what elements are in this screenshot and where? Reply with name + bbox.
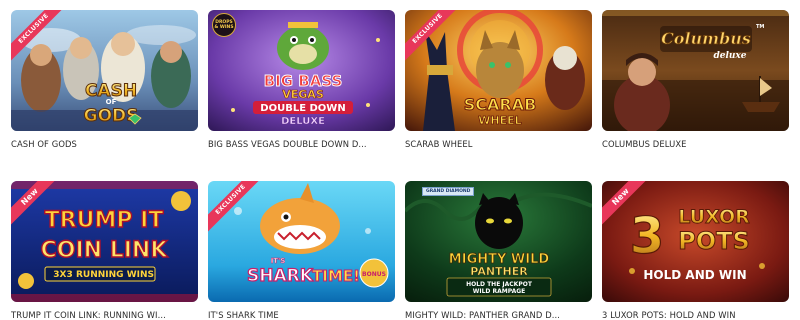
game-title[interactable]: COLUMBUS DELUXE — [602, 139, 789, 149]
game-thumbnail[interactable]: MIGHTY WILD PANTHER HOLD THE JACKPOT WIL… — [405, 181, 592, 302]
columbus-logo-line2: deluxe — [713, 51, 746, 61]
trump-it-logo-line2: COIN LINK — [41, 238, 169, 263]
tag-label: GRAND DIAMOND — [426, 189, 471, 194]
big-bass-logo-line3: DOUBLE DOWN — [260, 103, 345, 114]
game-card-its-shark-time[interactable]: IT'S SHARK TIME! BONUS EXCLUSIVE IT'S SH… — [208, 181, 395, 320]
luxor-logo-line4: HOLD AND WIN — [643, 268, 746, 282]
game-card-big-bass-vegas[interactable]: BIG BASS VEGAS DOUBLE DOWN DELUXE DROPS … — [208, 10, 395, 149]
trademark-mark: TM — [756, 24, 764, 30]
game-card-columbus-deluxe[interactable]: Columbus deluxe TM COLUMBUS DELUXE — [602, 10, 789, 149]
scarab-logo-line1: SCARAB — [464, 95, 537, 114]
game-grid: CASH OF GODS EXCLUSIVE CASH OF GODS BIG … — [11, 10, 789, 320]
luxor-logo-line2: LUXOR — [678, 206, 750, 228]
trump-it-logo-line4: RUNNING WINS — [76, 270, 154, 280]
provider-label: DROPS & WINS — [214, 20, 234, 30]
game-card-3-luxor-pots[interactable]: 3 LUXOR POTS HOLD AND WIN New 3 LUXOR PO… — [602, 181, 789, 320]
game-title[interactable]: IT'S SHARK TIME — [208, 310, 395, 320]
luxor-logo-line3: POTS — [678, 227, 750, 255]
mighty-wild-logo-line2: PANTHER — [470, 265, 528, 278]
shark-time-art: IT'S SHARK TIME! BONUS — [208, 181, 395, 302]
cash-of-gods-art: CASH OF GODS — [11, 10, 198, 131]
cash-of-gods-logo-line3: GODS — [84, 106, 139, 126]
trump-it-logo-line1: TRUMP IT — [45, 208, 164, 233]
trump-it-coin-link-art: TRUMP IT COIN LINK 3X3 RUNNING WINS — [11, 181, 198, 302]
columbus-deluxe-art: Columbus deluxe TM — [602, 10, 789, 131]
grand-diamond-badge: GRAND DIAMOND — [422, 187, 475, 196]
game-title[interactable]: BIG BASS VEGAS DOUBLE DOWN D... — [208, 139, 395, 149]
shark-time-logo-line2: SHARK — [247, 266, 314, 286]
game-card-trump-it-coin-link[interactable]: TRUMP IT COIN LINK 3X3 RUNNING WINS New … — [11, 181, 198, 320]
shark-time-logo-line3: TIME! — [312, 267, 360, 285]
luxor-logo-line1: 3 — [630, 207, 665, 265]
big-bass-logo-line2: VEGAS — [282, 88, 324, 101]
cash-of-gods-logo-line2: OF — [106, 98, 117, 106]
game-thumbnail[interactable]: BIG BASS VEGAS DOUBLE DOWN DELUXE DROPS … — [208, 10, 395, 131]
mighty-wild-logo-line3: HOLD THE JACKPOT — [466, 281, 533, 288]
game-card-scarab-wheel[interactable]: SCARAB WHEEL EXCLUSIVE SCARAB WHEEL — [405, 10, 592, 149]
mighty-wild-panther-art: MIGHTY WILD PANTHER HOLD THE JACKPOT WIL… — [405, 181, 592, 302]
game-thumbnail[interactable]: Columbus deluxe TM — [602, 10, 789, 131]
game-thumbnail[interactable]: SCARAB WHEEL EXCLUSIVE — [405, 10, 592, 131]
shark-time-logo-line4: BONUS — [362, 271, 386, 278]
scarab-wheel-art: SCARAB WHEEL — [405, 10, 592, 131]
shark-time-logo-line1: IT'S — [271, 257, 286, 265]
big-bass-logo-line4: DELUXE — [281, 116, 325, 127]
game-thumbnail[interactable]: IT'S SHARK TIME! BONUS EXCLUSIVE — [208, 181, 395, 302]
game-thumbnail[interactable]: 3 LUXOR POTS HOLD AND WIN New — [602, 181, 789, 302]
game-title[interactable]: MIGHTY WILD: PANTHER GRAND D... — [405, 310, 592, 320]
game-card-cash-of-gods[interactable]: CASH OF GODS EXCLUSIVE CASH OF GODS — [11, 10, 198, 149]
big-bass-vegas-art: BIG BASS VEGAS DOUBLE DOWN DELUXE — [208, 10, 395, 131]
mighty-wild-logo-line4: WILD RAMPAGE — [473, 288, 526, 295]
game-title[interactable]: TRUMP IT COIN LINK: RUNNING WI... — [11, 310, 198, 320]
game-thumbnail[interactable]: TRUMP IT COIN LINK 3X3 RUNNING WINS New — [11, 181, 198, 302]
drops-and-wins-badge: DROPS & WINS — [212, 13, 236, 37]
game-title[interactable]: CASH OF GODS — [11, 139, 198, 149]
game-title[interactable]: SCARAB WHEEL — [405, 139, 592, 149]
columbus-logo-line1: Columbus — [661, 29, 751, 48]
game-thumbnail[interactable]: CASH OF GODS EXCLUSIVE — [11, 10, 198, 131]
scarab-logo-line2: WHEEL — [478, 114, 521, 127]
luxor-pots-art: 3 LUXOR POTS HOLD AND WIN — [602, 181, 789, 302]
game-card-mighty-wild-panther[interactable]: MIGHTY WILD PANTHER HOLD THE JACKPOT WIL… — [405, 181, 592, 320]
trump-it-logo-line3: 3X3 — [53, 270, 72, 280]
game-title[interactable]: 3 LUXOR POTS: HOLD AND WIN — [602, 310, 789, 320]
